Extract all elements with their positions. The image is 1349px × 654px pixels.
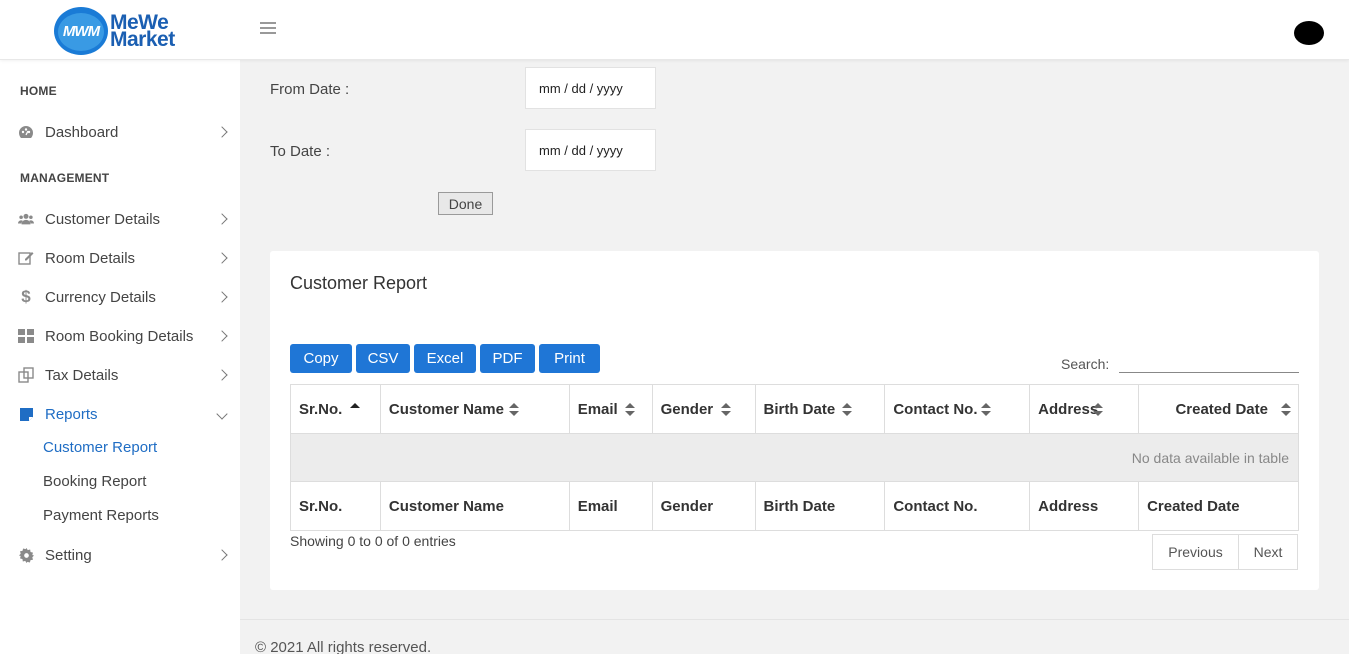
sidebar-item-label: Room Details <box>45 249 136 267</box>
column-footer-gender: Gender <box>651 481 756 531</box>
sidebar-item-label: Dashboard <box>45 123 119 141</box>
sort-icon <box>1093 403 1104 417</box>
column-header-gender[interactable]: Gender <box>651 384 756 434</box>
from-date-label: From Date : <box>270 81 350 98</box>
chevron-right-icon <box>216 549 228 561</box>
sidebar-item-setting[interactable]: Setting <box>0 540 240 570</box>
sidebar-item-currency-details[interactable]: $ Currency Details <box>0 282 240 312</box>
sidebar-item-tax-details[interactable]: Tax Details <box>0 360 240 390</box>
column-footer-email: Email <box>568 481 653 531</box>
chevron-down-icon <box>216 408 228 420</box>
to-date-input[interactable]: mm / dd / yyyy <box>525 129 656 171</box>
top-navbar: MWM MeWe Market <box>0 0 1349 60</box>
report-icon <box>18 406 34 422</box>
column-footer-created-date: Created Date <box>1138 481 1299 531</box>
column-header-created-date[interactable]: Created Date <box>1138 384 1299 434</box>
next-button[interactable]: Next <box>1238 534 1298 570</box>
chevron-right-icon <box>216 369 228 381</box>
sort-asc-icon <box>350 403 360 417</box>
empty-table-message: No data available in table <box>290 433 1299 482</box>
column-footer-customer-name: Customer Name <box>379 481 570 531</box>
sidebar-item-label: Setting <box>45 546 92 564</box>
sort-icon <box>508 403 519 417</box>
sidebar-item-label: Reports <box>45 405 98 423</box>
sort-icon <box>624 403 635 417</box>
sort-icon <box>1281 403 1292 417</box>
sidebar-item-customer-details[interactable]: Customer Details <box>0 204 240 234</box>
sidebar-item-label: Currency Details <box>45 288 156 306</box>
search-input[interactable] <box>1119 349 1299 373</box>
sidebar-item-label: Tax Details <box>45 366 119 384</box>
copy-icon <box>18 367 34 383</box>
copyright-text: © 2021 All rights reserved. <box>255 639 432 654</box>
sidebar-item-room-booking-details[interactable]: Room Booking Details <box>0 321 240 351</box>
logo-text: MeWe Market <box>110 10 175 51</box>
footer: © 2021 All rights reserved. <box>240 619 1349 654</box>
customer-report-card: Customer Report Copy CSV Excel PDF Print… <box>270 251 1319 590</box>
grid-icon <box>18 328 34 344</box>
column-header-contact-no[interactable]: Contact No. <box>884 384 1031 434</box>
brand-logo[interactable]: MWM MeWe Market <box>54 7 175 55</box>
from-date-input[interactable]: mm / dd / yyyy <box>525 67 656 109</box>
chevron-right-icon <box>216 126 228 138</box>
sort-icon <box>981 403 992 417</box>
column-header-address[interactable]: Address <box>1029 384 1140 434</box>
chevron-right-icon <box>216 213 228 225</box>
gear-icon <box>18 547 34 563</box>
sidebar-item-reports[interactable]: Reports <box>0 399 240 429</box>
sidebar-item-label: Customer Details <box>45 210 161 228</box>
column-footer-contact-no: Contact No. <box>884 481 1031 531</box>
pagination: Previous Next <box>1152 534 1298 570</box>
search-label: Search: <box>1061 356 1110 372</box>
edit-icon <box>18 250 34 266</box>
section-home: HOME <box>20 84 57 98</box>
copy-button[interactable]: Copy <box>290 344 352 373</box>
chevron-right-icon <box>216 330 228 342</box>
users-icon <box>18 211 34 227</box>
logo-mark: MWM <box>54 7 108 55</box>
customer-report-table: Sr.No. Customer Name Email Gender Birth … <box>290 384 1299 531</box>
column-footer-srno: Sr.No. <box>290 481 381 531</box>
card-title: Customer Report <box>290 273 428 293</box>
column-header-srno[interactable]: Sr.No. <box>290 384 381 434</box>
column-footer-address: Address <box>1029 481 1140 531</box>
pdf-button[interactable]: PDF <box>480 344 535 373</box>
sidebar-item-label: Room Booking Details <box>45 327 194 345</box>
column-header-birth-date[interactable]: Birth Date <box>754 384 886 434</box>
excel-button[interactable]: Excel <box>414 344 476 373</box>
print-button[interactable]: Print <box>539 344 600 373</box>
subitem-customer-report[interactable]: Customer Report <box>43 439 157 456</box>
subitem-booking-report[interactable]: Booking Report <box>43 473 146 490</box>
column-header-email[interactable]: Email <box>568 384 653 434</box>
menu-toggle-icon[interactable] <box>260 22 276 36</box>
palette-icon <box>18 124 34 140</box>
column-header-customer-name[interactable]: Customer Name <box>379 384 570 434</box>
column-footer-birth-date: Birth Date <box>754 481 886 531</box>
dollar-icon: $ <box>21 287 31 306</box>
sort-icon <box>841 403 852 417</box>
to-date-label: To Date : <box>270 143 331 160</box>
chevron-right-icon <box>216 252 228 264</box>
user-avatar[interactable] <box>1294 21 1324 45</box>
export-buttons: Copy CSV Excel PDF Print <box>290 344 604 373</box>
sidebar-item-dashboard[interactable]: Dashboard <box>0 117 240 147</box>
done-button[interactable]: Done <box>438 192 493 215</box>
sidebar-item-room-details[interactable]: Room Details <box>0 243 240 273</box>
subitem-payment-reports[interactable]: Payment Reports <box>43 507 159 524</box>
table-info: Showing 0 to 0 of 0 entries <box>290 533 456 549</box>
previous-button[interactable]: Previous <box>1152 534 1239 570</box>
sidebar: HOME Dashboard MANAGEMENT Customer Detai… <box>0 60 240 654</box>
csv-button[interactable]: CSV <box>356 344 410 373</box>
section-management: MANAGEMENT <box>20 171 110 185</box>
chevron-right-icon <box>216 291 228 303</box>
sort-icon <box>720 403 731 417</box>
